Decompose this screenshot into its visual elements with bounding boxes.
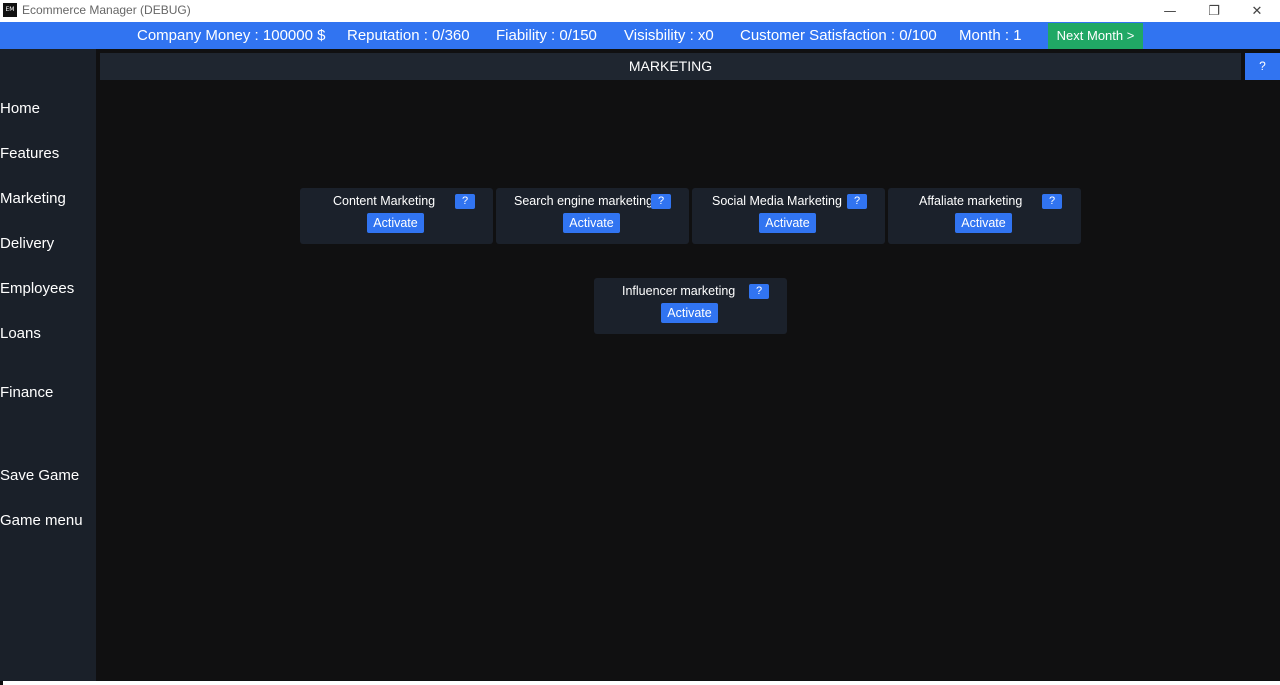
activate-button[interactable]: Activate	[367, 213, 424, 233]
sidebar-item-finance[interactable]: Finance	[0, 384, 53, 401]
window-title: Ecommerce Manager (DEBUG)	[22, 3, 191, 17]
marketing-card-search-engine: Search engine marketing ? Activate	[496, 188, 689, 244]
next-month-button[interactable]: Next Month >	[1048, 23, 1143, 49]
sidebar-item-employees[interactable]: Employees	[0, 280, 74, 297]
card-title: Social Media Marketing	[712, 194, 842, 208]
activate-button[interactable]: Activate	[759, 213, 816, 233]
marketing-card-affiliate: Affaliate marketing ? Activate	[888, 188, 1081, 244]
card-title: Influencer marketing	[622, 284, 736, 298]
minimize-icon[interactable]: —	[1148, 0, 1192, 22]
month: Month : 1	[959, 27, 1022, 44]
sidebar-item-features[interactable]: Features	[0, 145, 59, 162]
page-help-button[interactable]: ?	[1245, 53, 1280, 80]
card-help-button[interactable]: ?	[455, 194, 475, 209]
sidebar-item-home[interactable]: Home	[0, 100, 40, 117]
reputation: Reputation : 0/360	[347, 27, 470, 44]
card-help-button[interactable]: ?	[1042, 194, 1062, 209]
sidebar-item-marketing[interactable]: Marketing	[0, 190, 66, 207]
fiability: Fiability : 0/150	[496, 27, 597, 44]
marketing-card-social-media: Social Media Marketing ? Activate	[692, 188, 885, 244]
window-titlebar: EM Ecommerce Manager (DEBUG) — ❐ ✕	[0, 0, 1280, 22]
card-help-button[interactable]: ?	[749, 284, 769, 299]
company-money: Company Money : 100000 $	[137, 27, 326, 44]
activate-button[interactable]: Activate	[955, 213, 1012, 233]
customer-satisfaction: Customer Satisfaction : 0/100	[740, 27, 937, 44]
page-title: MARKETING	[100, 53, 1241, 80]
visibility: Visisbility : x0	[624, 27, 714, 44]
marketing-card-influencer: Influencer marketing ? Activate	[594, 278, 787, 334]
sidebar: Home Features Marketing Delivery Employe…	[0, 49, 96, 681]
sidebar-item-loans[interactable]: Loans	[0, 325, 41, 342]
restore-icon[interactable]: ❐	[1192, 0, 1236, 22]
sidebar-item-save-game[interactable]: Save Game	[0, 467, 79, 484]
card-title: Content Marketing	[333, 194, 436, 208]
bottom-strip	[3, 681, 1280, 685]
close-icon[interactable]: ✕	[1235, 0, 1279, 22]
app-icon: EM	[3, 3, 17, 17]
card-title: Affaliate marketing	[919, 194, 1023, 208]
card-help-button[interactable]: ?	[847, 194, 867, 209]
sidebar-item-game-menu[interactable]: Game menu	[0, 512, 83, 529]
card-help-button[interactable]: ?	[651, 194, 671, 209]
activate-button[interactable]: Activate	[563, 213, 620, 233]
marketing-card-content: Content Marketing ? Activate	[300, 188, 493, 244]
card-title: Search engine marketing	[514, 194, 653, 208]
sidebar-item-delivery[interactable]: Delivery	[0, 235, 54, 252]
activate-button[interactable]: Activate	[661, 303, 718, 323]
